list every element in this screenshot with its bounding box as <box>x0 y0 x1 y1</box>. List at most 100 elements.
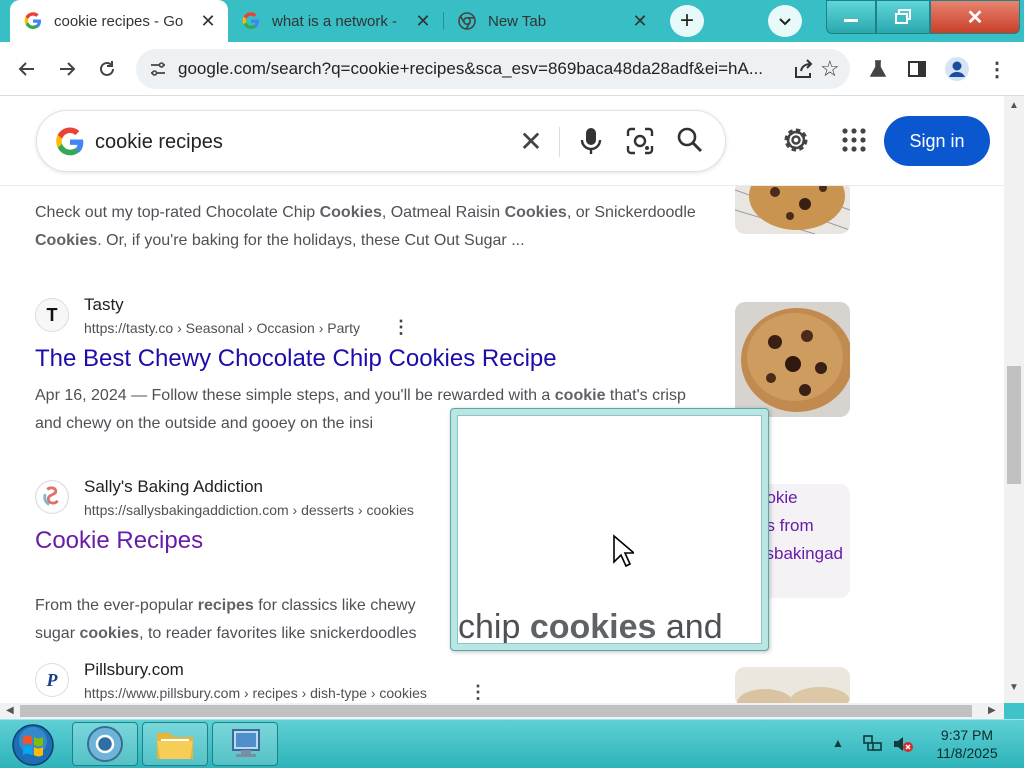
clock-time: 9:37 PM <box>940 727 994 743</box>
more-options-icon[interactable]: ⋮ <box>469 682 487 703</box>
tab-new-tab[interactable]: New Tab ✕ <box>444 0 660 42</box>
system-clock[interactable]: 9:37 PM 11/8/2025 <box>920 726 1014 762</box>
start-button[interactable] <box>6 722 60 768</box>
sign-in-button[interactable]: Sign in <box>884 116 990 166</box>
magnifier-popup: chip cookies and <box>450 408 769 651</box>
profile-avatar-icon <box>945 57 969 81</box>
vertical-scrollbar[interactable]: ▲ ▼ <box>1004 96 1024 703</box>
microphone-icon[interactable] <box>577 125 605 157</box>
taskbar-file-explorer[interactable] <box>142 722 208 766</box>
browser-toolbar: google.com/search?q=cookie+recipes&sca_e… <box>0 42 1024 96</box>
taskbar-chrome[interactable] <box>72 722 138 766</box>
scroll-down-arrow-icon[interactable]: ▼ <box>1009 682 1019 693</box>
search-header: cookie recipes ✕ Sign in <box>0 96 1004 186</box>
kebab-menu-icon: ⋮ <box>987 58 1007 81</box>
site-favicon-tasty[interactable]: T <box>35 298 69 332</box>
google-lens-icon[interactable] <box>625 126 655 156</box>
snippet-bold: cookie <box>554 387 606 404</box>
address-bar[interactable]: google.com/search?q=cookie+recipes&sca_e… <box>136 49 850 89</box>
minimize-button[interactable] <box>826 0 876 34</box>
forward-button[interactable] <box>51 53 83 85</box>
result-thumbnail-cookie-image[interactable] <box>735 302 850 417</box>
windows-logo-icon <box>12 724 54 766</box>
result-url[interactable]: https://www.pillsbury.com › recipes › di… <box>84 685 427 701</box>
result-title-link[interactable]: The Best Chewy Chocolate Chip Cookies Re… <box>35 345 557 373</box>
back-button[interactable] <box>11 53 43 85</box>
side-panel-icon <box>908 61 926 77</box>
result-site-name[interactable]: Sally's Baking Addiction <box>84 477 263 497</box>
result-site-name[interactable]: Tasty <box>84 295 124 315</box>
close-window-button[interactable]: ✕ <box>930 0 1020 34</box>
site-favicon-pillsbury[interactable]: P <box>35 663 69 697</box>
new-tab-button[interactable]: + <box>670 5 704 37</box>
horizontal-scrollbar[interactable]: ◀ ▶ <box>0 703 1004 719</box>
taskbar-remote-desktop[interactable] <box>212 722 278 766</box>
magnified-text: chip cookies and <box>458 608 723 644</box>
network-icon[interactable] <box>862 734 884 754</box>
gear-icon[interactable] <box>780 124 812 156</box>
magnifier-view: chip cookies and <box>457 415 762 644</box>
volume-muted-icon[interactable] <box>892 734 914 754</box>
labs-button[interactable] <box>862 53 894 85</box>
google-g-icon <box>242 12 259 29</box>
snippet-text: for classics like chewy <box>253 597 416 614</box>
more-options-icon[interactable]: ⋮ <box>392 317 410 338</box>
tab-what-is-a-network[interactable]: what is a network - ✕ <box>228 0 443 42</box>
snippet-text: From the ever-popular <box>35 597 198 614</box>
snippet-bold: Cookies <box>504 204 567 221</box>
arrow-right-icon <box>60 62 76 76</box>
result-thumbnail-cookie-image[interactable] <box>735 667 850 703</box>
scrollbar-thumb[interactable] <box>1007 366 1021 484</box>
snippet-text: , to reader favorites like snickerdoodle… <box>139 625 417 642</box>
snippet-bold: cookies <box>529 608 657 644</box>
minimize-icon <box>844 19 858 22</box>
scrollbar-thumb[interactable] <box>20 705 972 717</box>
result-site-name[interactable]: Pillsbury.com <box>84 660 184 680</box>
bookmark-star-icon[interactable]: ☆ <box>820 56 840 82</box>
close-icon[interactable]: ✕ <box>196 9 220 33</box>
tab-title: cookie recipes - Go <box>54 12 184 30</box>
search-input[interactable]: cookie recipes <box>95 131 223 154</box>
close-icon: ✕ <box>966 6 984 29</box>
clear-search-icon[interactable]: ✕ <box>515 125 547 157</box>
tab-cookie-recipes[interactable]: cookie recipes - Go ✕ <box>10 0 228 42</box>
menu-button[interactable]: ⋮ <box>981 53 1013 85</box>
apps-grid-icon[interactable] <box>840 126 868 154</box>
share-icon[interactable] <box>792 57 816 81</box>
snippet-text: Check out my top-rated Chocolate Chip <box>35 204 320 221</box>
scroll-up-arrow-icon[interactable]: ▲ <box>1009 100 1019 111</box>
chrome-icon <box>87 726 123 762</box>
monitor-icon <box>232 729 260 757</box>
plus-icon: + <box>679 7 694 34</box>
result-snippet: Check out my top-rated Chocolate Chip Co… <box>35 199 705 255</box>
close-icon[interactable]: ✕ <box>411 9 435 33</box>
search-icon[interactable] <box>675 125 705 155</box>
show-hidden-icons-icon[interactable]: ▲ <box>832 736 844 750</box>
reload-icon <box>100 61 114 76</box>
tab-title: what is a network - <box>272 12 398 30</box>
url-text[interactable]: google.com/search?q=cookie+recipes&sca_e… <box>178 59 778 79</box>
tab-strip: cookie recipes - Go ✕ what is a network … <box>0 0 1024 42</box>
search-box[interactable]: cookie recipes ✕ <box>36 110 726 172</box>
site-favicon-sallys[interactable] <box>35 480 69 514</box>
arrow-left-icon <box>18 62 34 76</box>
result-url[interactable]: https://sallysbakingaddiction.com › dess… <box>84 502 414 518</box>
reload-button[interactable] <box>91 53 123 85</box>
scroll-right-arrow-icon[interactable]: ▶ <box>988 705 996 716</box>
snippet-text: sugar <box>35 625 80 642</box>
screen: cookie recipes - Go ✕ what is a network … <box>0 0 1024 768</box>
side-panel-button[interactable] <box>901 53 933 85</box>
site-info-icon[interactable] <box>148 59 168 79</box>
restore-button[interactable] <box>876 0 930 34</box>
profile-button[interactable] <box>941 53 973 85</box>
result-url[interactable]: https://tasty.co › Seasonal › Occasion ›… <box>84 320 360 336</box>
result-thumbnail-cookie-image[interactable] <box>735 180 850 234</box>
folder-icon <box>157 733 193 759</box>
snippet-text: , Oatmeal Raisin <box>381 204 505 221</box>
tab-search-button[interactable] <box>768 5 802 37</box>
scroll-left-arrow-icon[interactable]: ◀ <box>6 705 14 716</box>
snippet-bold: cookies <box>79 625 140 642</box>
close-icon[interactable]: ✕ <box>628 9 652 33</box>
result-title-link[interactable]: Cookie Recipes <box>35 527 203 555</box>
google-logo-icon[interactable] <box>55 127 85 157</box>
